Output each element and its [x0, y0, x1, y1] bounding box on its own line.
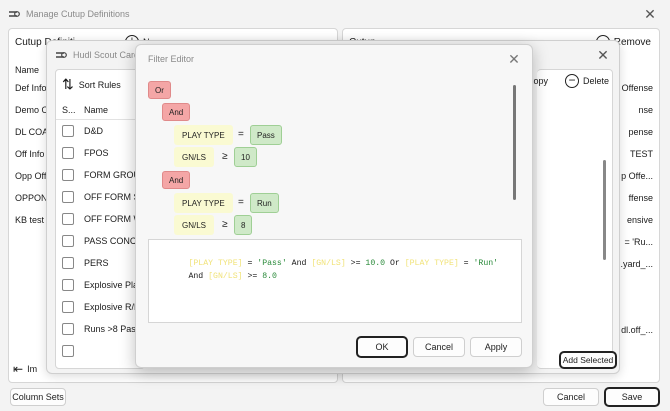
scout-item-name: Explosive R/P [84, 302, 141, 312]
row-checkbox[interactable] [62, 345, 74, 357]
cutup-list-item[interactable]: KB test [15, 215, 44, 225]
scout-left-panel: ⇅ Sort Rules S... Name D&D FPOS FORM GROUP… [55, 69, 145, 369]
cutup-list: Def Info Demo Op DL COAC Off Info Opp Offe OP… [9, 79, 55, 259]
column-sets-button[interactable]: Column Sets [10, 388, 66, 406]
condition-3-value[interactable]: Run [250, 193, 279, 213]
scout-list-item[interactable]: FPOS [56, 142, 144, 164]
apply-button[interactable]: Apply [470, 337, 522, 357]
filter-tree: Or And PLAY TYPE = Pass GN/LS ≥ 10 And P… [146, 75, 522, 235]
and-node-2[interactable]: And [162, 171, 191, 189]
cutup-rule-cell[interactable]: p Offe... [621, 171, 653, 181]
scout-close-icon[interactable]: ✕ [595, 47, 611, 63]
condition-1-field[interactable]: PLAY TYPE [174, 125, 233, 145]
cutup-rule-cell[interactable]: dl.off_... [621, 325, 653, 335]
name-column-header: Name [84, 104, 109, 115]
scout-list-item[interactable]: OFF FORM STR [56, 186, 144, 208]
import-button[interactable]: ⇤ Im [13, 362, 37, 376]
app-logo-icon [56, 52, 67, 58]
cutup-rule-cell[interactable]: nse [638, 105, 653, 115]
scout-right-panel: Copy − Delete [527, 69, 613, 369]
scout-list-item[interactable] [56, 340, 144, 362]
row-checkbox[interactable] [62, 169, 74, 181]
cutup-rule-cell[interactable]: TEST [630, 149, 653, 159]
cutup-rule-cell[interactable]: = 'Ru... [625, 237, 653, 247]
select-column-header: S... [62, 104, 76, 115]
filter-editor-title: Filter Editor [148, 54, 195, 64]
filter-editor-titlebar: Filter Editor [136, 45, 532, 73]
condition-4-field[interactable]: GN/LS [174, 215, 215, 235]
row-checkbox[interactable] [62, 191, 74, 203]
scout-scrollbar[interactable] [603, 160, 606, 260]
scout-list-item[interactable]: Explosive Plays [56, 274, 144, 296]
cutup-rule-cell[interactable]: ensive [627, 215, 653, 225]
scout-delete-button[interactable]: − Delete [565, 74, 609, 88]
name-column-header: Name [15, 65, 40, 75]
and-node-1[interactable]: And [162, 103, 191, 121]
scout-item-name: D&D [84, 126, 104, 136]
save-button[interactable]: Save [604, 387, 660, 407]
condition-2-value[interactable]: 10 [234, 147, 257, 167]
filter-cancel-button[interactable]: Cancel [413, 337, 465, 357]
scout-list-item[interactable]: FORM GROUP [56, 164, 144, 186]
cutup-list-item[interactable]: Def Info [15, 83, 47, 93]
sort-arrows-icon: ⇅ [62, 76, 74, 92]
main-close-icon[interactable]: ✕ [642, 6, 658, 22]
condition-4-value[interactable]: 8 [234, 215, 253, 235]
sort-rules-button[interactable]: ⇅ Sort Rules [62, 76, 121, 93]
row-checkbox[interactable] [62, 323, 74, 335]
or-node[interactable]: Or [148, 81, 171, 99]
condition-3-operator[interactable]: = [232, 193, 250, 211]
filter-close-icon[interactable]: ✕ [506, 51, 522, 67]
scout-column-headers: S... Name [56, 100, 144, 120]
row-checkbox[interactable] [62, 235, 74, 247]
filter-editor-dialog: Filter Editor ✕ Or And PLAY TYPE = Pass … [135, 44, 533, 368]
cutup-rule-cell[interactable]: ffense [629, 193, 653, 203]
row-checkbox[interactable] [62, 301, 74, 313]
row-checkbox[interactable] [62, 125, 74, 137]
main-cancel-button[interactable]: Cancel [543, 388, 599, 406]
app-logo-icon [9, 11, 20, 17]
scout-list-item[interactable]: OFF FORM WK [56, 208, 144, 230]
condition-4-operator[interactable]: ≥ [216, 215, 234, 233]
condition-1-value[interactable]: Pass [250, 125, 282, 145]
cutup-rule-cell[interactable]: ..yard_... [618, 259, 653, 269]
scout-item-list: D&D FPOS FORM GROUPOFF FORM STROFF FORM WK… [56, 120, 144, 368]
cutup-rule-cell[interactable]: pense [628, 127, 653, 137]
condition-1-operator[interactable]: = [232, 125, 250, 143]
scout-item-name: PERS [84, 258, 109, 268]
scout-item-name: Runs >8 Pass [84, 324, 141, 334]
row-checkbox[interactable] [62, 213, 74, 225]
cutup-list-item[interactable]: Off Info [15, 149, 44, 159]
condition-3-field[interactable]: PLAY TYPE [174, 193, 233, 213]
cutup-rule-cell[interactable]: Offense [622, 83, 653, 93]
scout-list-item[interactable]: PASS CONCEP [56, 230, 144, 252]
condition-2-operator[interactable]: ≥ [216, 147, 234, 165]
scout-item-name: FPOS [84, 148, 109, 158]
minus-circle-icon: − [565, 74, 579, 88]
add-selected-button[interactable]: Add Selected [559, 351, 617, 369]
condition-2-field[interactable]: GN/LS [174, 147, 215, 167]
scout-list-item[interactable]: PERS [56, 252, 144, 274]
import-arrow-icon: ⇤ [13, 362, 24, 376]
filter-expression-box[interactable]: [PLAY TYPE] = 'Pass' And [GN/LS] >= 10.0… [148, 239, 522, 323]
row-checkbox[interactable] [62, 257, 74, 269]
scout-list-item[interactable]: Explosive R/P [56, 296, 144, 318]
row-checkbox[interactable] [62, 147, 74, 159]
row-checkbox[interactable] [62, 279, 74, 291]
ok-button[interactable]: OK [356, 336, 408, 358]
scout-list-item[interactable]: D&D [56, 120, 144, 142]
expression-line-2: And [GN/LS] >= 8.0 [188, 272, 277, 281]
filter-tree-scrollbar[interactable] [513, 85, 516, 200]
main-titlebar: Manage Cutup Definitions [0, 0, 670, 28]
main-window-title: Manage Cutup Definitions [26, 9, 130, 19]
scout-list-item[interactable]: Runs >8 Pass [56, 318, 144, 340]
